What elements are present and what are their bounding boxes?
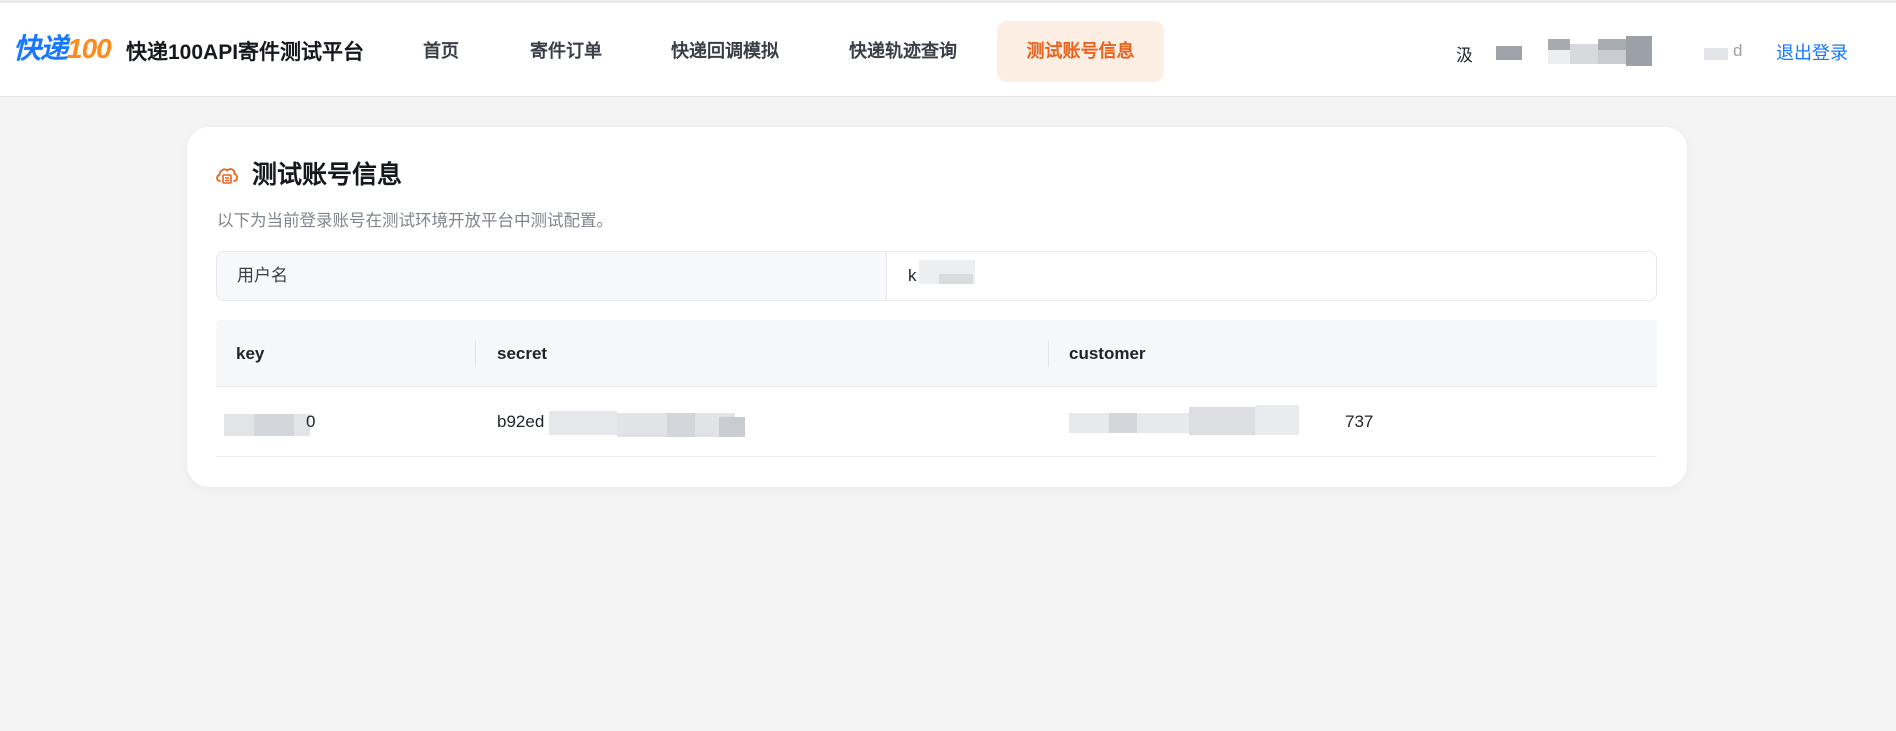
redaction-block — [1598, 50, 1626, 64]
nav-test-account-info[interactable]: 测试账号信息 — [997, 21, 1164, 82]
redaction-block — [939, 274, 973, 284]
table-row: 0 b92ed 737 — [216, 387, 1657, 457]
logout-link[interactable]: 退出登录 — [1776, 41, 1848, 65]
logo-number: 100 — [67, 33, 112, 64]
cloud-service-icon — [216, 168, 238, 184]
username-prefix: 汲 — [1456, 46, 1473, 65]
cell-key: 0 — [224, 387, 464, 457]
username-suffix: d — [1733, 41, 1743, 60]
column-header-secret: secret — [497, 344, 548, 363]
card-title: 测试账号信息 — [252, 161, 403, 189]
cell-secret: b92ed — [497, 387, 1037, 457]
username-row: 用户名 k — [216, 251, 1657, 301]
username-label: 用户名 — [217, 252, 887, 300]
redaction-block — [1626, 36, 1652, 66]
redaction-block — [254, 414, 294, 436]
column-header-key: key — [236, 344, 265, 363]
platform-title: 快递100API寄件测试平台 — [126, 41, 365, 64]
column-divider — [475, 340, 476, 367]
top-header: 快递100 快递100API寄件测试平台 首页 寄件订单 快递回调模拟 快递轨迹… — [0, 3, 1896, 97]
kuaidi100-logo[interactable]: 快递100 — [13, 33, 112, 65]
credentials-table: key secret customer 0 b92ed 737 — [216, 320, 1657, 457]
secret-visible-part: b92ed — [497, 412, 545, 431]
logo-text: 快递 — [13, 33, 68, 64]
nav-home[interactable]: 首页 — [405, 21, 477, 82]
column-divider — [1048, 340, 1049, 367]
redaction-block — [1496, 46, 1522, 60]
cell-customer: 737 — [1069, 387, 1629, 457]
table-header: key secret customer — [216, 320, 1657, 387]
redaction-block — [1704, 48, 1728, 60]
nav-shipping-orders[interactable]: 寄件订单 — [520, 21, 612, 82]
redaction-block — [1109, 413, 1137, 433]
redaction-block — [549, 411, 617, 435]
username-value: k — [887, 252, 1656, 300]
redaction-block — [1255, 405, 1299, 435]
redaction-block — [667, 413, 695, 437]
account-info-card: 测试账号信息 以下为当前登录账号在测试环境开放平台中测试配置。 用户名 k ke… — [187, 127, 1687, 487]
username-text: k — [908, 266, 917, 285]
column-header-customer: customer — [1069, 344, 1146, 363]
card-description: 以下为当前登录账号在测试环境开放平台中测试配置。 — [217, 212, 613, 230]
key-visible-part: 0 — [306, 412, 316, 431]
user-account-name: 汲 d — [1456, 36, 1746, 72]
nav-tracking-query[interactable]: 快递轨迹查询 — [838, 21, 968, 82]
redaction-block — [1548, 50, 1570, 64]
redaction-block — [719, 417, 745, 437]
nav-callback-simulation[interactable]: 快递回调模拟 — [660, 21, 790, 82]
redaction-block — [1570, 44, 1598, 64]
customer-visible-part: 737 — [1345, 412, 1374, 431]
